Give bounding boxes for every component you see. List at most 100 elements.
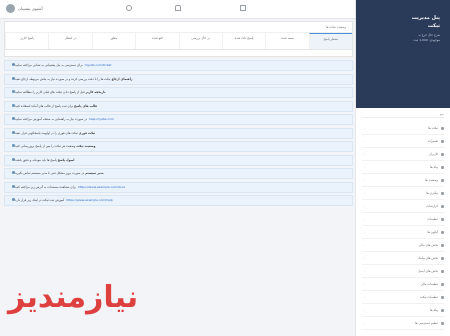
sidebar-item[interactable]: ‹ آیکون ها — [362, 226, 444, 239]
main-content: وضعیت تیکت ها منتظر پاسخ بسته شده پاسخ د… — [4, 21, 353, 209]
top-bar: آشنوی پشتیبان — [0, 0, 356, 19]
info-note: برای دسترسی به پنل پشتیبانی به نشانی مرا… — [4, 60, 353, 71]
sidebar-menu: ‹ تیکت ها ‹ تعمیرات ‹ کاربران ‹ پیام ها ‹ وضع… — [362, 122, 444, 330]
sidebar-item[interactable]: ‹ تنظیمات — [362, 213, 444, 226]
note-link[interactable]: mysite.com/ticket — [85, 63, 112, 67]
sidebar-item[interactable]: ‹ تنظیم دسترسی ها — [362, 317, 444, 330]
info-note: وضعیت هر تیکت را پس از پاسخ بروزرسانی کن… — [4, 141, 353, 152]
info-note: پاسخ ها باید مودبانه و دقیق باشند اصول پ… — [4, 154, 353, 166]
chevron-icon: ‹ — [364, 269, 366, 273]
menu-icon — [441, 243, 444, 247]
note-link[interactable]: https://www.example.com/docs — [78, 185, 125, 189]
info-icon — [12, 63, 15, 66]
menu-heading: منو — [362, 112, 444, 118]
sidebar-item[interactable]: ‹ بخش های پیامک — [362, 252, 444, 265]
chevron-icon: ‹ — [364, 256, 366, 260]
status-tabs: منتظر پاسخ بسته شده پاسخ داده شده در حال… — [5, 33, 352, 50]
chevron-icon: ‹ — [364, 178, 366, 182]
panel-title: وضعیت تیکت ها — [5, 22, 352, 33]
info-icon — [12, 157, 15, 161]
sidebar-item[interactable]: ‹ پیام ها — [362, 304, 444, 317]
chevron-icon: ‹ — [364, 139, 366, 143]
menu-icon — [441, 269, 444, 273]
info-icon — [12, 117, 15, 120]
sidebar-item[interactable]: ‹ گزارشات — [362, 200, 444, 213]
info-note: تیکت های فوری را در اولویت پاسخگویی قرار… — [4, 127, 353, 139]
menu-icon — [441, 178, 444, 182]
info-icon — [12, 198, 15, 201]
sidebar-item[interactable]: ‹ بخش های ایمیل — [362, 265, 444, 278]
brand-balance: موجودی: 1,000 ثبت — [413, 38, 440, 42]
watermark-logo: نیازمندیز — [8, 280, 139, 315]
menu-icon — [441, 217, 444, 221]
menu-icon — [441, 126, 444, 130]
brand-subtitle: تیکت — [427, 23, 440, 29]
brand-info: شرح حال خرج بد — [418, 33, 440, 37]
tab-status[interactable]: در حال بررسی — [178, 33, 222, 49]
chevron-icon: ‹ — [364, 230, 366, 234]
sidebar-item[interactable]: ‹ وضعیت ها — [362, 174, 444, 187]
sidebar-item[interactable]: ‹ پیگیری ها — [362, 187, 444, 200]
notes-list: برای دسترسی به پنل پشتیبانی به نشانی مرا… — [4, 60, 353, 206]
info-icon — [12, 184, 15, 188]
menu-icon — [441, 282, 444, 286]
info-note: آموزش ثبت تیکت در لینک زیر قرار دارد htt… — [4, 195, 353, 206]
info-note: برای مشاهده مستندات به آدرس زیر مراجعه ک… — [4, 181, 353, 193]
sidebar-item[interactable]: ‹ تیکت ها — [362, 122, 444, 135]
ticket-status-panel: وضعیت تیکت ها منتظر پاسخ بسته شده پاسخ د… — [4, 21, 353, 57]
user-menu[interactable]: آشنوی پشتیبان — [6, 4, 43, 13]
tab-status[interactable]: بسته شده — [265, 33, 308, 49]
brand-title: پنل مدیریت — [411, 15, 440, 21]
chevron-icon: ‹ — [364, 282, 366, 286]
logout-icon[interactable] — [240, 5, 246, 11]
chevron-icon: ‹ — [364, 243, 366, 247]
info-note: در صورت بروز مشکل فنی با مدیر سیستم تماس… — [4, 168, 353, 179]
sidebar: پنل مدیریت تیکت شرح حال خرج بد موجودی: 1… — [355, 0, 450, 336]
menu-icon — [441, 230, 444, 234]
chevron-icon: ‹ — [364, 308, 366, 312]
note-link[interactable]: https://www.example.com/help — [66, 198, 113, 202]
user-name: آشنوی پشتیبان — [18, 6, 43, 11]
menu-icon — [441, 204, 444, 208]
sidebar-item[interactable]: ‹ تنظیمات مالی — [362, 278, 444, 291]
info-icon — [12, 171, 15, 174]
menu-icon — [441, 295, 444, 299]
chevron-icon: ‹ — [364, 204, 366, 208]
menu-icon — [441, 321, 444, 325]
sidebar-item[interactable]: ‹ تعمیرات — [362, 135, 444, 148]
sidebar-item[interactable]: ‹ کاربران — [362, 148, 444, 161]
menu-icon — [441, 152, 444, 156]
info-icon — [12, 103, 15, 107]
avatar — [6, 4, 15, 13]
brand-header: پنل مدیریت تیکت شرح حال خرج بد موجودی: 1… — [356, 0, 450, 108]
chevron-icon: ‹ — [364, 152, 366, 156]
sidebar-item[interactable]: ‹ بخش های مالی — [362, 239, 444, 252]
chevron-icon: ‹ — [364, 165, 366, 169]
menu-icon — [441, 139, 444, 143]
info-note: قبل از پاسخ دادن تیکت های قبلی کاربر را … — [4, 87, 353, 98]
menu-icon — [441, 191, 444, 195]
tab-status[interactable]: معلق — [91, 33, 135, 49]
chevron-icon: ‹ — [364, 191, 366, 195]
chevron-icon: ‹ — [364, 217, 366, 221]
note-link[interactable]: help.mysite.com — [89, 117, 114, 121]
tab-status[interactable]: در انتظار — [48, 33, 91, 49]
sidebar-item[interactable]: ‹ تنظیمات تیکت — [362, 291, 444, 304]
info-note: در صورت نیاز به راهنمایی به صفحه آموزش م… — [4, 114, 353, 125]
info-note: تیکت ها را با دقت بررسی کرده و در صورت ن… — [4, 73, 353, 85]
sidebar-item[interactable]: ‹ پیام ها — [362, 161, 444, 174]
tab-status[interactable]: لغو شده — [135, 33, 178, 49]
menu-icon — [441, 256, 444, 260]
menu-icon — [441, 165, 444, 169]
tab-status[interactable]: منتظر پاسخ — [308, 33, 352, 49]
bell-icon[interactable] — [175, 5, 181, 11]
chevron-icon: ‹ — [364, 321, 366, 325]
menu-icon — [441, 308, 444, 312]
info-icon — [12, 76, 15, 80]
tab-status[interactable]: پاسخ داده شده — [221, 33, 265, 49]
info-icon — [12, 90, 15, 93]
info-note: برای ثبت پاسخ از قالب های آماده استفاده … — [4, 100, 353, 112]
tab-status[interactable]: پاسخ کاربر — [5, 33, 48, 49]
info-icon — [12, 130, 15, 134]
gear-icon[interactable] — [126, 5, 132, 11]
